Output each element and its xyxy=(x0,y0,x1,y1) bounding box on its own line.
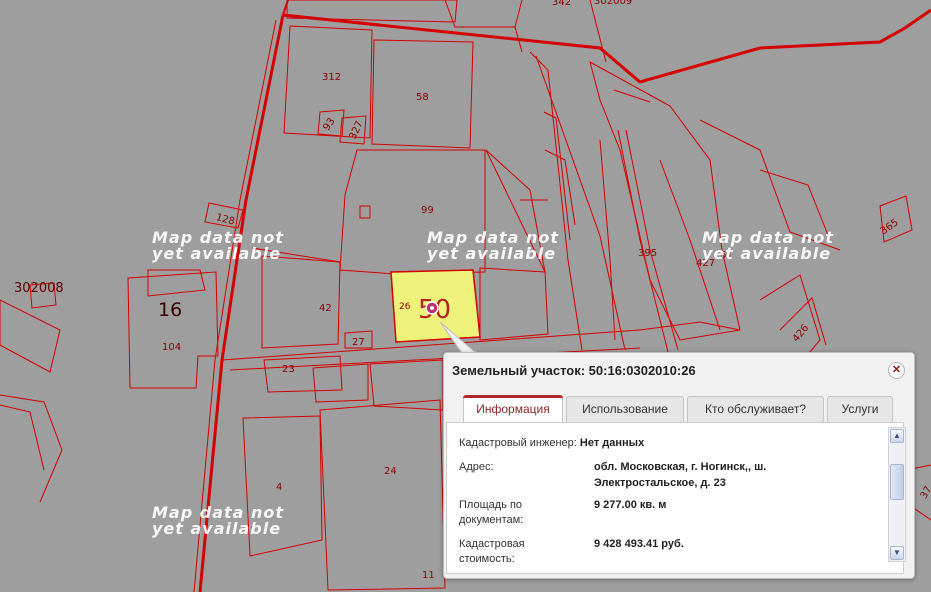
parcel-label: 427 xyxy=(696,258,715,269)
address-value-line1: обл. Московская, г. Ногинск,, ш. xyxy=(594,461,767,473)
tab-usage[interactable]: Использование xyxy=(566,396,684,422)
parcel-label: 61 xyxy=(720,250,733,261)
tab-who-serves[interactable]: Кто обслуживает? xyxy=(687,396,824,422)
info-panel: Кадастровый инженер: Нет данных Адрес: о… xyxy=(446,422,904,574)
close-icon[interactable]: ✕ xyxy=(888,362,905,379)
scrollbar-thumb[interactable] xyxy=(890,464,904,500)
engineer-value: Нет данных xyxy=(579,437,645,449)
parcel-label: 11 xyxy=(422,570,435,581)
scroll-up-icon[interactable]: ▲ xyxy=(890,429,904,443)
parcel-label: 104 xyxy=(162,342,181,353)
block-label: 302008 xyxy=(14,281,64,296)
popup-title: Земельный участок: 50:16:0302010:26 xyxy=(452,363,696,378)
parcel-label: 23 xyxy=(282,364,295,375)
cost-label-line2: стоимость: xyxy=(459,553,515,565)
block-label: 16 xyxy=(158,299,182,321)
parcel-label: 24 xyxy=(384,466,397,477)
parcel-label: 58 xyxy=(416,92,429,103)
scroll-down-icon[interactable]: ▼ xyxy=(890,546,904,560)
parcel-label: 42 xyxy=(319,303,332,314)
engineer-field: Кадастровый инженер: Нет данных xyxy=(459,436,644,451)
parcel-info-popup: Земельный участок: 50:16:0302010:26 ✕ Ин… xyxy=(443,352,915,579)
engineer-label: Кадастровый инженер: xyxy=(459,437,577,449)
tab-info[interactable]: Информация xyxy=(463,395,563,423)
info-scrollbar[interactable]: ▲ ▼ xyxy=(888,427,906,562)
cost-label-line1: Кадастровая xyxy=(459,538,525,550)
location-pin-icon[interactable] xyxy=(425,301,439,315)
area-label-line2: документам: xyxy=(459,514,524,526)
parcel-label: 312 xyxy=(322,72,341,83)
parcel-label: 365 xyxy=(879,217,901,237)
parcel-label: 99 xyxy=(421,205,434,216)
parcel-label: 395 xyxy=(638,248,657,259)
tab-services[interactable]: Услуги xyxy=(827,396,893,422)
parcel-label: 37 xyxy=(919,484,931,501)
address-value-line2: Электростальское, д. 23 xyxy=(594,477,726,489)
parcel-label: 302009 xyxy=(594,0,632,7)
popup-pointer xyxy=(440,322,478,355)
parcel-label: 426 xyxy=(791,323,812,345)
area-label-line1: Площадь по xyxy=(459,499,523,511)
parcel-label: 26 xyxy=(399,302,411,312)
cost-value: 9 428 493.41 руб. xyxy=(594,538,684,550)
parcel-label: 128 xyxy=(215,212,236,228)
parcel-label: 342 xyxy=(552,0,571,8)
address-label: Адрес: xyxy=(459,461,494,473)
area-value: 9 277.00 кв. м xyxy=(594,499,667,511)
parcel-label: 27 xyxy=(352,337,365,348)
parcel-label: 4 xyxy=(276,482,282,493)
parcel-label: 93 xyxy=(321,116,337,133)
